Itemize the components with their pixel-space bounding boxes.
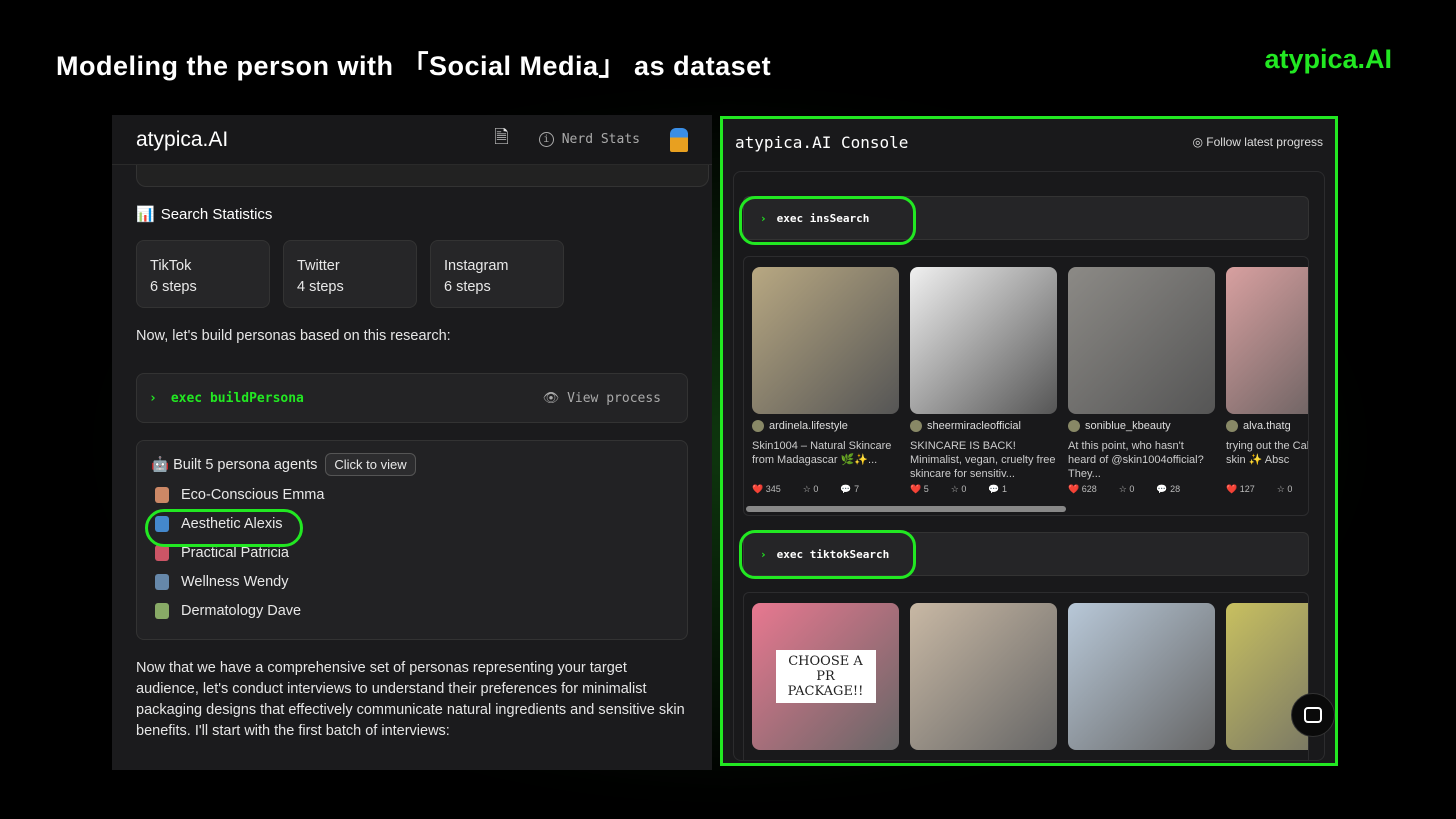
highlight-ring [739,530,916,579]
page-headline: Modeling the person with 「Social Media」 … [56,51,772,81]
click-to-view-button[interactable]: Click to view [325,453,416,476]
platform-name: TikTok [150,258,192,274]
likes: ❤️ 345 [752,484,781,494]
search-statistics-heading: 📊 Search Statistics [136,205,688,224]
post-image [1068,267,1215,414]
instagram-post-card[interactable]: sheermiracleofficial SKINCARE IS BACK! Mi… [910,267,1057,495]
highlight-ring [739,196,916,245]
post-username: ardinela.lifestyle [769,420,848,432]
persona-item[interactable]: Wellness Wendy [151,567,673,596]
nerd-stats-button[interactable]: i Nerd Stats [538,132,640,147]
chevron-right-icon: › [149,390,157,406]
follow-label: Follow latest progress [1206,135,1323,149]
post-username: sheermiracleofficial [927,420,1021,432]
exec-label: exec buildPersona [170,390,304,406]
tiktok-post-card[interactable]: CHOOSE A PR PACKAGE!! [752,603,899,750]
user-avatar [910,420,922,432]
exec-build-persona[interactable]: › exec buildPersona 👁 View process [136,373,688,423]
chat-support-button[interactable] [1291,693,1335,737]
user-avatar[interactable] [670,127,688,152]
post-caption: trying out the Calming line skin ✨ Absc [1226,440,1309,466]
previous-block [136,165,709,187]
tiktok-post-card[interactable] [1068,603,1215,750]
post-image [910,267,1057,414]
step-count: 4 steps [297,279,344,295]
eye-off-icon: ◎ [1192,135,1207,149]
platform-name: Twitter [297,258,340,274]
post-image [1226,267,1308,414]
robot-icon: 🤖 [151,457,174,473]
post-image [752,267,899,414]
stat-card-twitter: Twitter 4 steps [283,240,417,308]
step-count: 6 steps [444,279,491,295]
post-username: soniblue_kbeauty [1085,420,1171,432]
stat-card-tiktok: TikTok 6 steps [136,240,270,308]
info-icon: i [538,132,554,147]
video-overlay-text: CHOOSE A PR PACKAGE!! [775,650,876,703]
comments: 💬 7 [840,484,860,494]
console-body: › exec insSearch ardinela.lifestyle Skin10… [733,171,1325,761]
stat-card-instagram: Instagram 6 steps [430,240,564,308]
stars: ☆ 0 [1276,484,1293,494]
persona-avatar-icon [155,602,169,619]
persona-avatar-icon [155,486,169,503]
nerd-stats-label: Nerd Stats [561,132,640,147]
post-image [910,603,1057,750]
platform-name: Instagram [444,258,509,274]
stars: ☆ 0 [950,484,967,494]
tiktok-post-card[interactable] [910,603,1057,750]
instagram-results[interactable]: ardinela.lifestyle Skin1004 – Natural Ski… [743,256,1309,516]
console-title: atypica.AI Console [735,132,909,152]
view-process-button[interactable]: 👁 View process [543,391,661,406]
post-image: CHOOSE A PR PACKAGE!! [752,603,899,750]
persona-item[interactable]: Eco-Conscious Emma [151,480,673,509]
stars: ☆ 0 [1118,484,1135,494]
built-title: Built 5 persona agents [173,456,318,473]
document-icon[interactable]: 🗎 [494,125,508,155]
instagram-post-card[interactable]: alva.thatg trying out the Calming line sk… [1226,267,1309,495]
user-avatar [752,420,764,432]
persona-avatar-icon [155,573,169,590]
comments: 💬 1 [988,484,1008,494]
bar-chart-icon: 📊 [136,206,155,223]
comments: 💬 28 [1156,484,1181,494]
chat-header: atypica.AI 🗎 i Nerd Stats [112,115,712,165]
user-avatar [1068,420,1080,432]
step-count: 6 steps [150,279,197,295]
post-username: alva.thatg [1243,420,1291,432]
horizontal-scrollbar[interactable] [746,506,1066,512]
persona-name: Wellness Wendy [181,573,289,590]
persona-item[interactable]: Dermatology Dave [151,596,673,625]
likes: ❤️ 5 [910,484,929,494]
post-image [1068,603,1215,750]
brand-logo: atypica.AI [1264,44,1392,74]
intro-text: Now, let's build personas based on this … [136,328,451,344]
tiktok-results[interactable]: CHOOSE A PR PACKAGE!! [743,592,1309,760]
post-caption: At this point, who hasn't heard of @skin… [1068,440,1204,480]
view-process-label: View process [567,390,661,406]
outro-text: Now that we have a comprehensive set of … [136,660,685,739]
chat-icon [1304,707,1322,723]
user-avatar [1226,420,1238,432]
follow-progress-button[interactable]: ◎ Follow latest progress [1192,135,1323,149]
likes: ❤️ 628 [1068,484,1097,494]
likes: ❤️ 127 [1226,484,1255,494]
chat-panel: atypica.AI 🗎 i Nerd Stats 📊 Search Statist… [112,115,712,770]
heading-text: Search Statistics [160,205,273,223]
app-logo: atypica.AI [136,127,229,151]
post-caption: Skin1004 – Natural Skincare from Madagas… [752,440,892,466]
persona-name: Dermatology Dave [181,602,302,619]
instagram-post-card[interactable]: soniblue_kbeauty At this point, who hasn'… [1068,267,1215,495]
stars: ☆ 0 [802,484,819,494]
persona-name: Eco-Conscious Emma [181,486,325,503]
post-caption: SKINCARE IS BACK! Minimalist, vegan, cru… [910,440,1056,480]
instagram-post-card[interactable]: ardinela.lifestyle Skin1004 – Natural Ski… [752,267,899,495]
highlight-ring [145,509,303,547]
